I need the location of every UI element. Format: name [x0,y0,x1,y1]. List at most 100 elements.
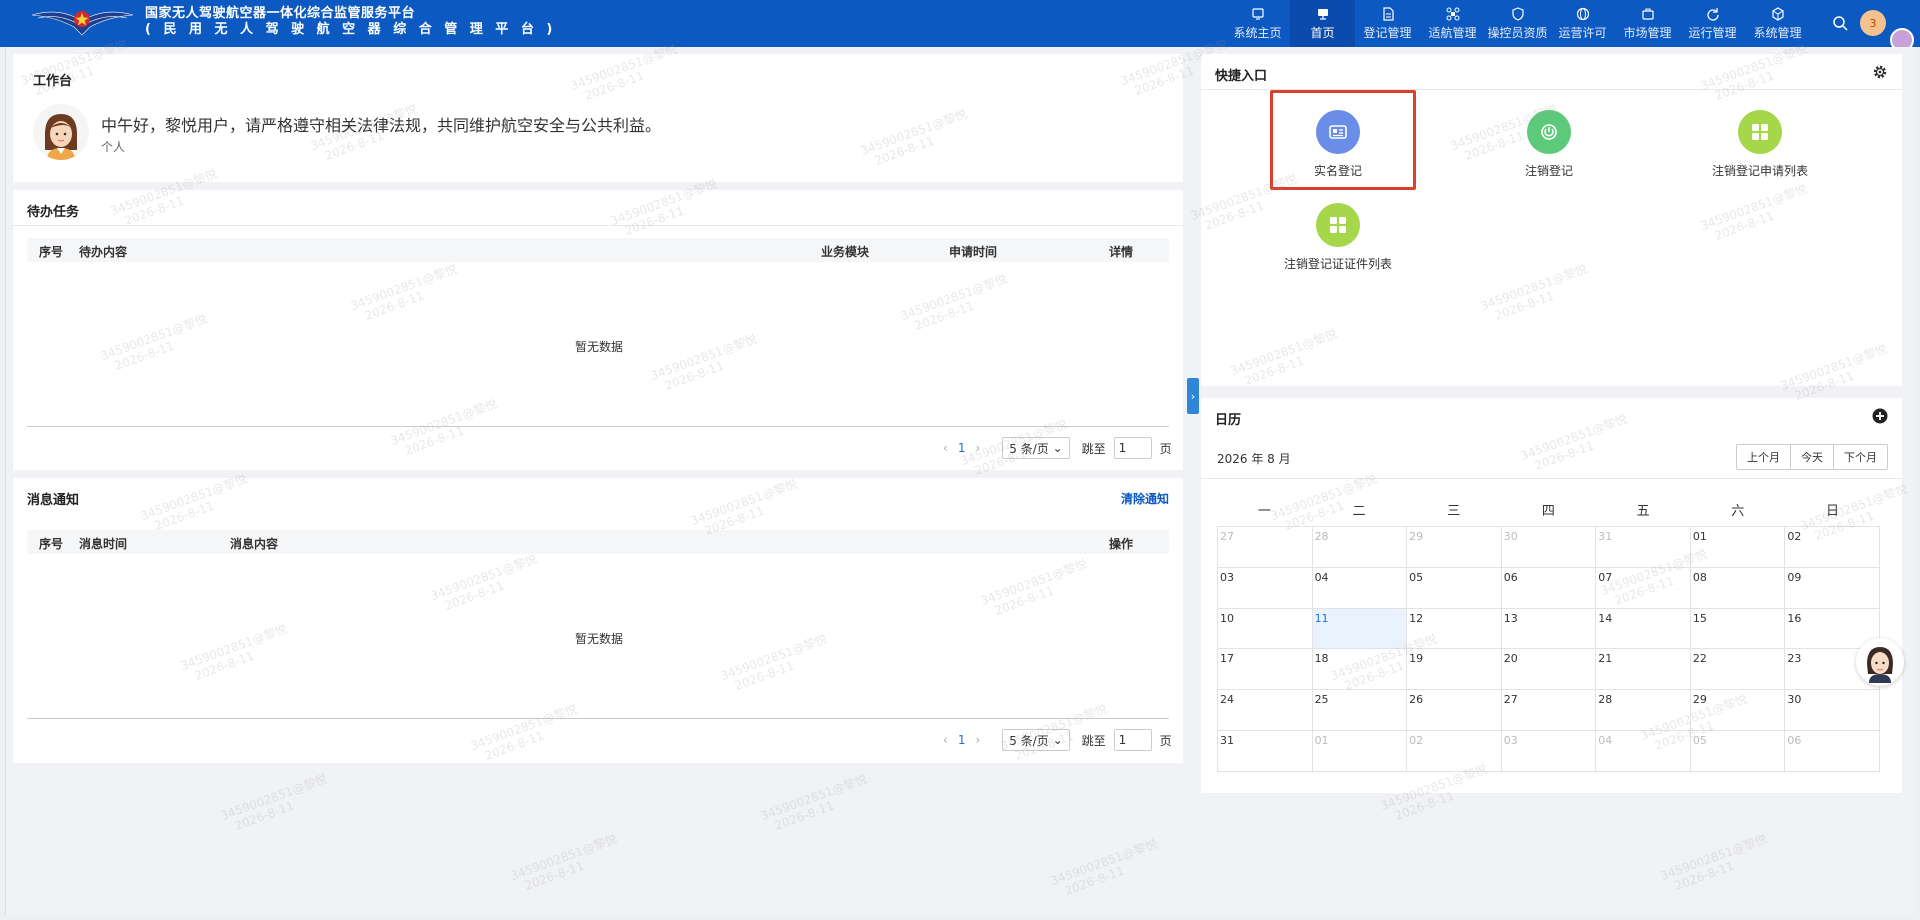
calendar-day-cell[interactable]: 28 [1312,527,1408,568]
calendar-day-cell[interactable]: 30 [1501,527,1597,568]
nav-item[interactable]: 运行管理 [1680,0,1745,47]
nav-item[interactable]: 运营许可 [1550,0,1615,47]
calendar-day-cell[interactable]: 09 [1785,567,1880,609]
calendar-day-cell[interactable]: 14 [1596,608,1691,650]
nav-item-label: 系统主页 [1233,25,1282,40]
user-avatar[interactable]: 3 [1860,10,1886,36]
calendar-day-cell[interactable]: 22 [1690,649,1786,691]
calendar-day-cell[interactable]: 13 [1501,608,1597,650]
prev-page-button[interactable]: ‹ [943,733,948,747]
floating-assistant-button[interactable] [1856,638,1904,686]
notification-count: 3 [1869,16,1877,30]
calendar-day-cell[interactable]: 06 [1501,567,1597,609]
quick-item-circle [1527,110,1571,154]
calendar-day-cell[interactable]: 31 [1596,527,1691,568]
nav-item[interactable]: 首页 [1290,0,1355,47]
selection-highlight [1270,90,1416,190]
nav-item-label: 首页 [1310,25,1335,40]
todo-pagination: ‹ 1 › 5 条/页 ⌄ 跳至 1 页 [933,437,1172,459]
calendar-day-cell[interactable]: 28 [1596,690,1691,732]
calendar-day-cell[interactable]: 20 [1501,649,1597,691]
nav-item[interactable]: 系统管理 [1745,0,1810,47]
calendar-day-cell[interactable]: 11 [1312,608,1408,650]
jump-page-input[interactable]: 1 [1113,437,1152,459]
calendar-day-cell[interactable]: 15 [1690,608,1786,650]
column-header: 消息内容 [230,537,279,551]
nav-item-label: 市场管理 [1623,25,1672,40]
next-page-button[interactable]: › [975,733,980,747]
user-avatar-illustration [33,104,89,160]
calendar-day-cell[interactable]: 26 [1407,690,1502,732]
notifications-header: 消息通知 清除通知 [13,478,1183,514]
calendar-day-cell[interactable]: 29 [1690,690,1786,732]
nav-item[interactable]: 系统主页 [1225,0,1290,47]
clear-notifications-link[interactable]: 清除通知 [1121,490,1169,507]
calendar-day-cell[interactable]: 19 [1407,649,1502,691]
quick-item-deregistration-certificate-list[interactable]: 注销登记证证件列表 [1273,203,1403,272]
search-icon[interactable] [1832,15,1848,31]
column-header: 业务模块 [821,245,870,259]
globe-icon [1576,7,1589,20]
chevron-right-icon: › [1190,389,1196,403]
calendar-day-cell[interactable]: 01 [1690,527,1786,568]
calendar-day-cell[interactable]: 02 [1407,731,1502,772]
calendar-day-cell[interactable]: 07 [1596,567,1691,609]
weekday-label: 二 [1352,504,1366,519]
calendar-day-cell[interactable]: 30 [1785,690,1880,732]
calendar-day-cell[interactable]: 25 [1312,690,1408,732]
main-nav: 系统主页 首页 登记管理 适航管理 操控员资质 运营许可 市场管理 运行管理 系统管理 [1225,0,1810,47]
jump-page-input[interactable]: 1 [1113,729,1152,751]
current-page[interactable]: 1 [958,441,966,455]
current-page[interactable]: 1 [958,733,966,747]
add-event-icon[interactable] [1872,408,1888,424]
gear-icon[interactable] [1872,64,1888,80]
calendar-day-cell[interactable]: 31 [1218,731,1313,772]
calendar-day-cell[interactable]: 24 [1218,690,1313,732]
notifications-title: 消息通知 [27,493,80,508]
notifications-card: 消息通知 清除通知 序号 消息时间 消息内容 操作 暂无数据 ‹ 1 › 5 条… [13,478,1183,763]
calendar-day-cell[interactable]: 17 [1218,649,1313,691]
quick-item-deregistration[interactable]: 注销登记 [1484,110,1614,179]
calendar-day-cell[interactable]: 29 [1407,527,1502,568]
calendar-day-cell[interactable]: 27 [1501,690,1597,732]
collapse-panel-toggle[interactable]: › [1187,378,1199,414]
notifications-pagination: ‹ 1 › 5 条/页 ⌄ 跳至 1 页 [933,729,1172,751]
system-title-sub: ( 民 用 无 人 驾 驶 航 空 器 综 合 管 理 平 台 ) [145,22,557,37]
calendar-day-cell[interactable]: 05 [1690,731,1786,772]
page-size-select[interactable]: 5 条/页 ⌄ [1002,437,1070,459]
calendar-day-cell[interactable]: 05 [1407,567,1502,609]
prev-page-button[interactable]: ‹ [943,441,948,455]
calendar-day-cell[interactable]: 01 [1312,731,1408,772]
quick-entry-title: 快捷入口 [1215,69,1268,84]
calendar-day-cell[interactable]: 21 [1596,649,1691,691]
nav-item[interactable]: 市场管理 [1615,0,1680,47]
cube-icon [1771,6,1784,21]
next-page-button[interactable]: › [975,441,980,455]
prev-month-button[interactable]: 上个月 [1737,445,1791,469]
calendar-day-cell[interactable]: 06 [1785,731,1880,772]
calendar-day-cell[interactable]: 04 [1596,731,1691,772]
quick-item-deregistration-application-list[interactable]: 注销登记申请列表 [1695,110,1825,179]
page-size-select[interactable]: 5 条/页 ⌄ [1002,729,1070,751]
nav-item-label: 适航管理 [1428,25,1477,40]
calendar-day-cell[interactable]: 03 [1218,567,1313,609]
nav-item-label: 运营许可 [1558,25,1607,40]
assistant-avatar-icon [1857,639,1903,685]
column-header: 申请时间 [949,245,998,259]
calendar-day-cell[interactable]: 03 [1501,731,1597,772]
top-navigation-bar: 国家无人驾驶航空器一体化综合监管服务平台 ( 民 用 无 人 驾 驶 航 空 器… [0,0,1920,52]
calendar-day-cell[interactable]: 12 [1407,608,1502,650]
calendar-day-cell[interactable]: 04 [1312,567,1408,609]
calendar-day-cell[interactable]: 02 [1785,527,1880,568]
calendar-day-cell[interactable]: 27 [1218,527,1313,568]
today-button[interactable]: 今天 [1791,445,1834,469]
nav-item-label: 登记管理 [1363,25,1412,40]
nav-item[interactable]: 登记管理 [1355,0,1420,47]
nav-item[interactable]: 操控员资质 [1485,0,1550,47]
nav-item[interactable]: 适航管理 [1420,0,1485,47]
calendar-day-cell[interactable]: 08 [1690,567,1786,609]
calendar-day-cell[interactable]: 18 [1312,649,1408,691]
next-month-button[interactable]: 下个月 [1834,445,1887,469]
calendar-day-cell[interactable]: 10 [1218,608,1313,650]
grid-icon [1752,124,1768,140]
